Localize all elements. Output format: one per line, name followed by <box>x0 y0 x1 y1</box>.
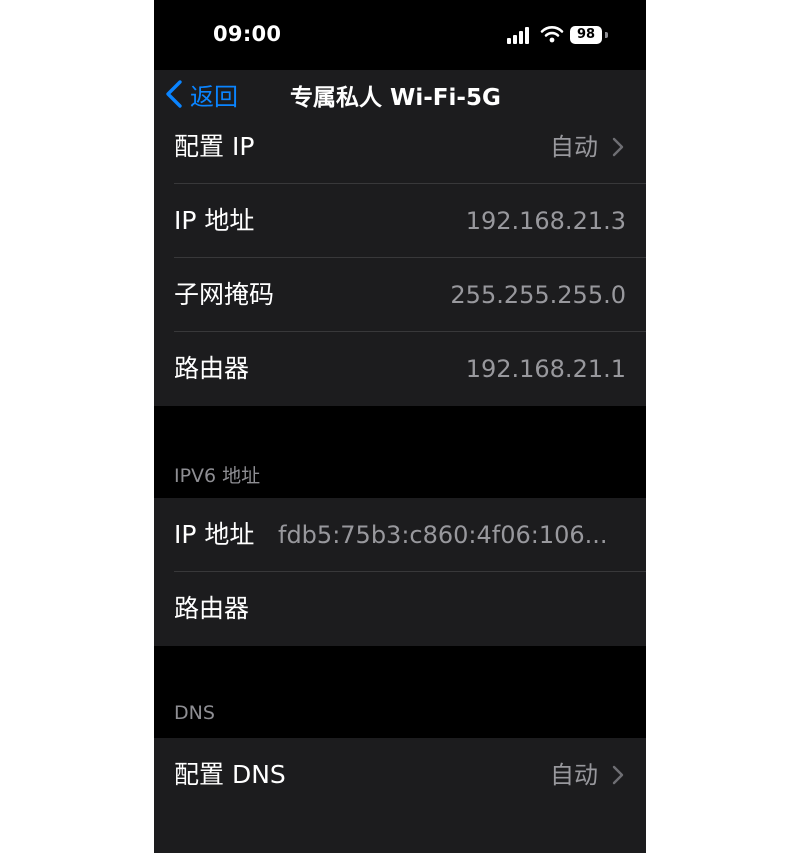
row-label: IP 地址 <box>174 520 255 549</box>
row-value: 自动 <box>550 761 598 789</box>
chevron-left-icon <box>166 80 182 108</box>
chevron-right-icon <box>612 765 624 785</box>
battery-icon: 98 <box>570 26 602 44</box>
configure-ip-row[interactable]: 配置 IP 自动 <box>154 110 646 184</box>
ipv4-group: 配置 IP 自动 IP 地址 192.168.21.3 子网掩码 255.255… <box>154 110 646 406</box>
ipv6-section-header: IPV6 地址 <box>174 465 261 487</box>
row-label: 子网掩码 <box>174 280 275 309</box>
page-title: 专属私人 Wi-Fi-5G <box>290 85 501 111</box>
row-value: 192.168.21.1 <box>465 355 626 383</box>
subnet-mask-row: 子网掩码 255.255.255.0 <box>154 258 646 332</box>
row-label: 路由器 <box>174 594 250 623</box>
row-label: 配置 IP <box>174 132 255 161</box>
row-label: 路由器 <box>174 354 250 383</box>
signal-icon <box>507 27 529 44</box>
wifi-icon <box>540 26 564 43</box>
dns-section-header: DNS <box>174 702 215 724</box>
row-label: IP 地址 <box>174 206 255 235</box>
next-group-partial <box>154 812 646 853</box>
battery-level: 98 <box>576 27 596 42</box>
chevron-right-icon <box>612 137 624 157</box>
status-time: 09:00 <box>213 22 282 46</box>
back-button[interactable]: 返回 <box>164 76 238 112</box>
battery-nub <box>605 32 608 38</box>
row-value: 自动 <box>550 133 598 161</box>
row-value: fdb5:75b3:c860:4f06:106... <box>278 521 608 549</box>
ipv6-group: IP 地址 fdb5:75b3:c860:4f06:106... 路由器 <box>154 498 646 646</box>
status-bar: 09:00 98 <box>154 0 646 70</box>
row-value: 255.255.255.0 <box>450 281 626 309</box>
ip-address-row: IP 地址 192.168.21.3 <box>154 184 646 258</box>
row-value: 192.168.21.3 <box>465 207 626 235</box>
back-label: 返回 <box>190 82 238 111</box>
dns-group: 配置 DNS 自动 <box>154 738 646 812</box>
row-label: 配置 DNS <box>174 760 286 789</box>
configure-dns-row[interactable]: 配置 DNS 自动 <box>154 738 646 812</box>
router-row: 路由器 192.168.21.1 <box>154 332 646 406</box>
phone-screen: 09:00 98 返回 专属私人 Wi-Fi-5G 配置 IP 自动 IP 地址… <box>154 0 646 853</box>
ipv6-router-row: 路由器 <box>154 572 646 646</box>
ipv6-address-row: IP 地址 fdb5:75b3:c860:4f06:106... <box>154 498 646 572</box>
